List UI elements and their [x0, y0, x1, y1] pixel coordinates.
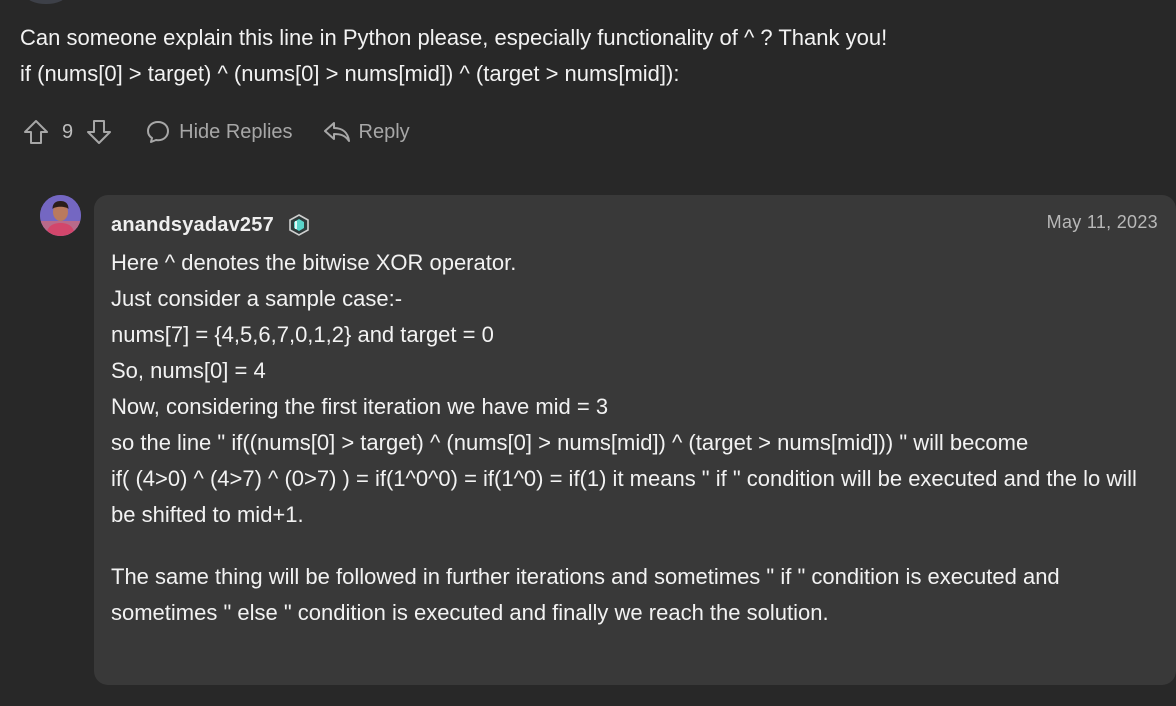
reply-body: Here ^ denotes the bitwise XOR operator.…	[111, 245, 1161, 631]
reply-button[interactable]: Reply	[323, 119, 410, 145]
reply-line: Now, considering the first iteration we …	[111, 394, 609, 419]
previous-avatar	[26, 0, 66, 4]
question-code-line: if (nums[0] > target) ^ (nums[0] > nums[…	[20, 61, 680, 86]
level-badge-icon	[286, 212, 312, 238]
downvote-button[interactable]	[83, 116, 115, 148]
hide-replies-label: Hide Replies	[179, 120, 293, 143]
avatar[interactable]	[40, 195, 81, 236]
comment-actions: 9 Hide Replies Reply	[20, 114, 410, 150]
arrow-down-icon	[87, 120, 112, 144]
reply-label: Reply	[358, 120, 410, 143]
hide-replies-button[interactable]: Hide Replies	[145, 119, 293, 145]
reply-line: if( (4>0) ^ (4>7) ^ (0>7) ) = if(1^0^0) …	[111, 466, 1137, 527]
reply-paragraph: The same thing will be followed in furth…	[111, 564, 1060, 625]
reply-author-row: anandsyadav257	[111, 208, 312, 242]
reply-line: Here ^ denotes the bitwise XOR operator.	[111, 250, 517, 275]
reply-line: Just consider a sample case:-	[111, 286, 403, 311]
speech-bubble-icon	[147, 121, 170, 143]
upvote-button[interactable]	[20, 116, 52, 148]
question-line: Can someone explain this line in Python …	[20, 25, 888, 50]
user-photo-icon	[40, 195, 81, 236]
author-name[interactable]: anandsyadav257	[111, 214, 274, 237]
reply-line: nums[7] = {4,5,6,7,0,1,2} and target = 0	[111, 322, 494, 347]
reply-line: so the line " if((nums[0] > target) ^ (n…	[111, 430, 1029, 455]
arrow-up-icon	[24, 120, 48, 144]
vote-count: 9	[62, 120, 74, 143]
reply-line: So, nums[0] = 4	[111, 358, 266, 383]
question-text: Can someone explain this line in Python …	[20, 20, 1160, 92]
reply-arrow-icon	[323, 122, 350, 142]
post-date: May 11, 2023	[1046, 212, 1158, 232]
